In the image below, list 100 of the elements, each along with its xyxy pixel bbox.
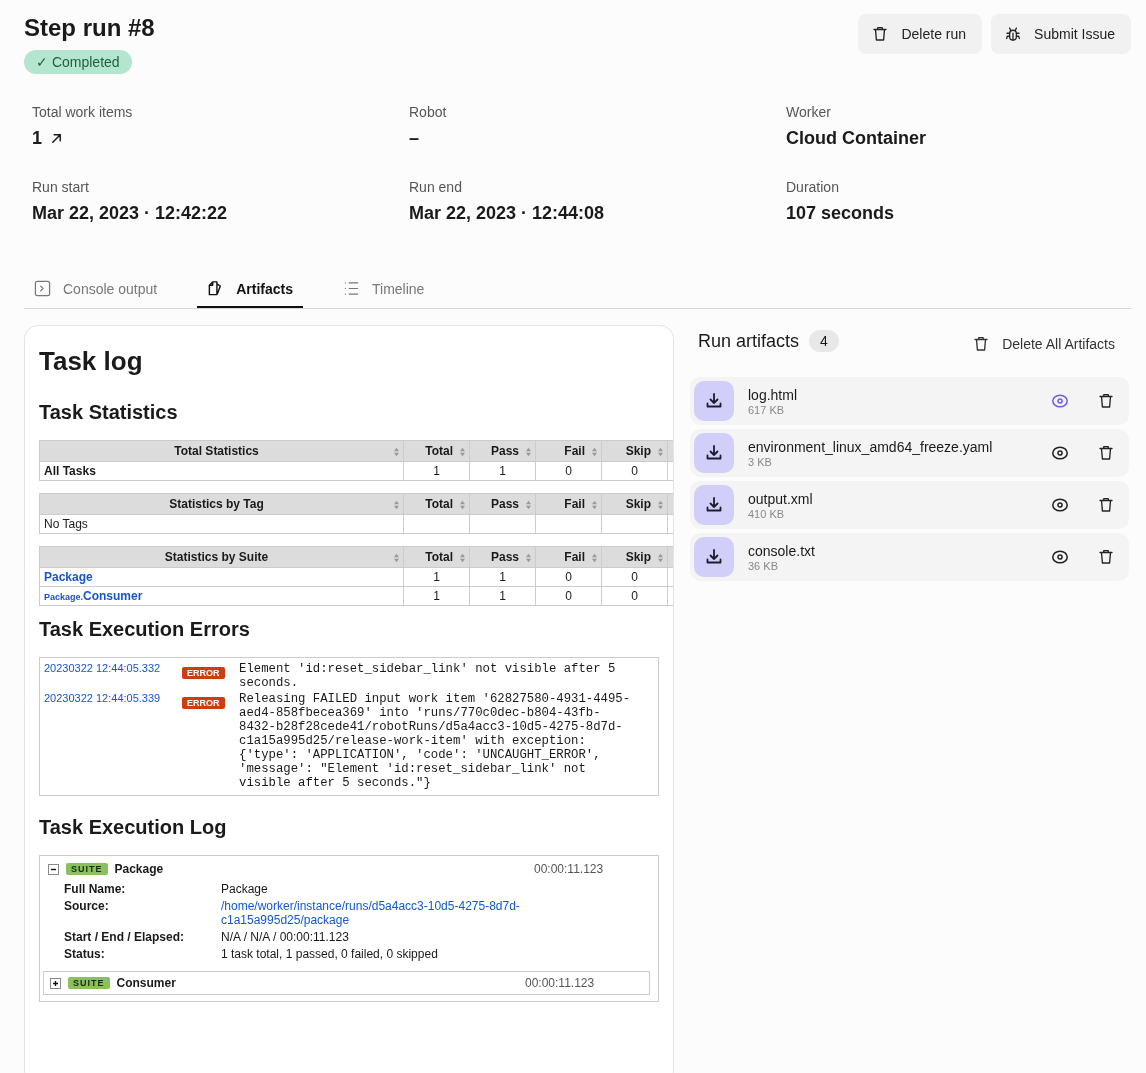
table-header-cell[interactable]: Statistics by Tag	[39, 493, 404, 515]
column-header-label: Statistics by Tag	[169, 497, 264, 511]
table-header-cell[interactable]: Pass	[469, 440, 536, 462]
table-header-cell[interactable]: Pass	[469, 493, 536, 515]
table-cell: 0	[601, 567, 668, 587]
table-cell: 1	[469, 567, 536, 587]
info-label: Full Name:	[64, 882, 127, 896]
tab[interactable]: Artifacts	[197, 276, 303, 308]
suite-link[interactable]: Package.Consumer	[44, 589, 143, 603]
page-title: Step run #8	[24, 14, 155, 42]
table-cell	[403, 514, 470, 534]
expand-button[interactable]	[50, 977, 61, 989]
table-cell: 1	[469, 586, 536, 606]
column-header-label: Pass	[490, 444, 519, 458]
column-header-label: Skip	[625, 444, 651, 458]
sort-icon	[393, 500, 400, 510]
table-header-cell[interactable]: Fail	[535, 493, 602, 515]
file-name: output.xml	[748, 490, 814, 507]
section-title: Task Execution Log	[39, 816, 228, 839]
table-header-cell[interactable]: Total	[403, 546, 470, 568]
log-title: Task log	[39, 346, 144, 377]
table-header-cell[interactable]: Statistics by Suite	[39, 546, 404, 568]
submit-issue-button[interactable]: Submit Issue	[991, 14, 1131, 54]
artifacts-title: Run artifacts	[698, 330, 800, 352]
column-header-label: Fail	[564, 550, 585, 564]
info-value: Package	[221, 882, 269, 896]
file-name: environment_linux_amd64_freeze.yaml	[748, 438, 994, 455]
table-header-cell[interactable]: Skip	[601, 440, 668, 462]
detail-label: Duration	[786, 179, 840, 195]
error-message: Element 'id:reset_sidebar_link' not visible after 5 seconds.	[239, 662, 617, 690]
table-cell: 1	[469, 461, 536, 481]
terminal-icon	[34, 280, 51, 297]
table-cell: 1	[403, 567, 470, 587]
tab[interactable]: Timeline	[333, 276, 435, 308]
info-value: 1 task total, 1 passed, 0 failed, 0 skipped	[221, 947, 439, 961]
column-header-label: Total	[425, 497, 453, 511]
table-header-cell[interactable]: Total Statistics	[39, 440, 404, 462]
sort-icon	[657, 447, 664, 457]
error-message: Releasing FAILED input work item '62827580-4931-4495-aed4-858fbecea369' into 'runs/770c0dec-b804-43fb-8432-b28f28cede41/robotRuns/d5a4acc3-10d5-4275-8d7d-c1a15a995d25/release-work-item' with exception: {'type': 'APPLICATION', 'code': 'UNCAUGHT_ERROR', 'message': "Element 'id:reset_sidebar_link' not visible after 5 seconds."}	[239, 692, 632, 790]
sort-icon	[459, 553, 466, 563]
table-cell: 0	[601, 586, 668, 606]
suite-link[interactable]: Package	[44, 570, 93, 584]
suite-name: Package	[114, 862, 165, 876]
trash-icon	[972, 335, 991, 353]
error-label: ERROR	[182, 697, 225, 709]
column-header-label: Pass	[490, 497, 519, 511]
column-header-label: Skip	[625, 497, 651, 511]
sort-icon	[393, 553, 400, 563]
table-header-cell[interactable]: Skip	[601, 546, 668, 568]
table-header-cell[interactable]: Total	[403, 493, 470, 515]
preview-icon[interactable]	[1051, 548, 1069, 566]
table-header-cell[interactable]: Fail	[535, 440, 602, 462]
external-link-icon[interactable]	[50, 132, 63, 145]
tab[interactable]: Console output	[24, 276, 168, 308]
table-cell	[535, 514, 602, 534]
table-cell	[469, 514, 536, 534]
elapsed-time: 00:00:11.123	[534, 862, 605, 876]
table-cell: 0	[535, 586, 602, 606]
sort-icon	[525, 553, 532, 563]
trash-icon	[1097, 496, 1115, 514]
file-size: 36 KB	[748, 559, 779, 572]
status-badge: ✓ Completed	[24, 50, 132, 74]
column-header-label: Fail	[564, 497, 585, 511]
table-header-cell[interactable]: Pass	[469, 546, 536, 568]
column-header-label: Fail	[564, 444, 585, 458]
trash-icon	[1097, 444, 1115, 462]
table-cell: 0	[535, 567, 602, 587]
download-button[interactable]	[694, 485, 734, 525]
sort-icon	[657, 553, 664, 563]
table-cell: 0	[535, 461, 602, 481]
collapse-button[interactable]	[48, 863, 59, 875]
list-icon	[343, 280, 360, 297]
column-header-label: Pass	[490, 550, 519, 564]
file-name: console.txt	[748, 542, 816, 559]
table-cell: No Tags	[39, 514, 404, 534]
timestamp-link[interactable]: 20230322 12:44:05.339	[44, 692, 182, 790]
download-button[interactable]	[694, 537, 734, 577]
delete-all-button[interactable]: Delete All Artifacts	[972, 329, 1129, 353]
download-button[interactable]	[694, 433, 734, 473]
source-link[interactable]: /home/worker/instance/runs/d5a4acc3-10d5-4275-8d7d-c1a15a995d25/package	[221, 899, 541, 927]
table-cell: 1	[403, 586, 470, 606]
file-name: log.html	[748, 386, 799, 403]
sort-icon	[591, 553, 598, 563]
preview-icon[interactable]	[1051, 496, 1069, 514]
bug-icon	[1004, 25, 1023, 43]
info-label: Status:	[64, 947, 106, 961]
info-value: N/A / N/A / 00:00:11.123	[221, 930, 350, 944]
table-header-cell[interactable]: Skip	[601, 493, 668, 515]
table-header-cell[interactable]: Fail	[535, 546, 602, 568]
trash-icon	[1097, 548, 1115, 566]
timestamp-link[interactable]: 20230322 12:44:05.332	[44, 662, 182, 690]
delete-run-button[interactable]: Delete run	[858, 14, 983, 54]
suite-label: SUITE	[68, 977, 110, 989]
table-header-cell[interactable]: Total	[403, 440, 470, 462]
info-label: Start / End / Elapsed:	[64, 930, 186, 944]
preview-icon[interactable]	[1051, 444, 1069, 462]
download-button[interactable]	[694, 381, 734, 421]
detail-value: Mar 22, 2023 · 12:44:08	[409, 203, 605, 224]
sort-icon	[459, 500, 466, 510]
count-badge: 4	[809, 330, 839, 352]
